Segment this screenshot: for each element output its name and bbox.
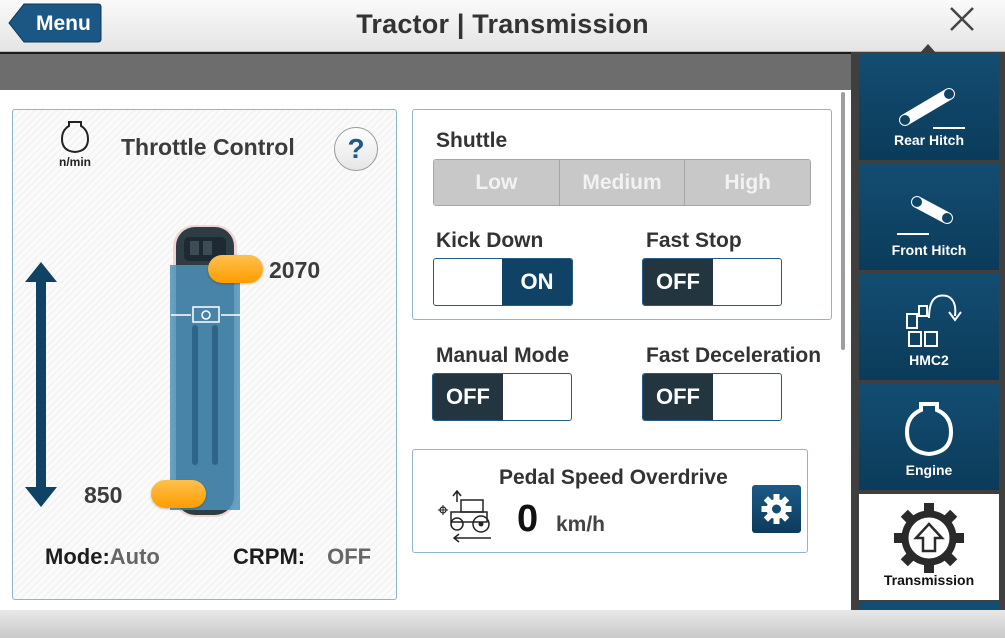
sidebar-item-hmc2[interactable]: HMC2	[859, 274, 999, 380]
sidebar: Rear Hitch Front Hitch HMC2 Engine Trans…	[851, 44, 1005, 622]
mode-label: Mode:	[45, 544, 110, 569]
sidebar-item-engine[interactable]: Engine	[859, 384, 999, 490]
shuttle-option-medium[interactable]: Medium	[559, 160, 686, 205]
engine-icon	[904, 402, 954, 457]
gear-icon	[761, 494, 792, 524]
settings-button[interactable]	[752, 485, 801, 533]
close-icon[interactable]	[949, 6, 975, 32]
crpm-status: CRPM: OFF	[233, 544, 371, 570]
sidebar-item-label: Transmission	[883, 572, 975, 588]
shuttle-option-high[interactable]: High	[685, 160, 810, 205]
upper-limit-handle[interactable]	[208, 255, 263, 283]
manual-mode-label: Manual Mode	[436, 344, 570, 367]
front-hitch-icon	[897, 196, 953, 235]
sidebar-item-front-hitch[interactable]: Front Hitch	[859, 164, 999, 270]
pedal-speed-unit: km/h	[556, 513, 606, 536]
page-title: Tractor | Transmission	[356, 9, 649, 39]
double-arrow-icon	[25, 262, 57, 507]
sidebar-item-rear-hitch[interactable]: Rear Hitch	[859, 54, 999, 160]
sidebar-item-label: Rear Hitch	[893, 132, 965, 148]
engine-rpm-icon: n/min	[53, 120, 97, 176]
header-bar: Menu Tractor | Transmission	[0, 0, 1005, 52]
scrollbar[interactable]	[841, 92, 845, 350]
fast-deceleration-toggle[interactable]: OFF	[642, 373, 782, 421]
pedal-speed-overdrive-panel: Pedal Speed Overdrive 0 km/h	[412, 449, 808, 553]
manual-mode-toggle[interactable]: OFF	[432, 373, 572, 421]
sidebar-item-label: Front Hitch	[891, 242, 967, 258]
hmc2-icon	[906, 294, 962, 347]
sidebar-up-arrow-icon[interactable]	[919, 44, 937, 54]
shuttle-option-low[interactable]: Low	[434, 160, 560, 205]
shuttle-label: Shuttle	[436, 129, 508, 152]
bottom-bar	[0, 610, 1005, 638]
throttle-control-panel: n/min Throttle Control ? 2070 850 Mode:A…	[12, 109, 397, 600]
tractor-overdrive-icon	[438, 489, 491, 543]
crpm-value: OFF	[327, 544, 372, 569]
throttle-title: Throttle Control	[121, 134, 295, 160]
lower-rpm-value: 850	[84, 482, 123, 508]
sidebar-item-label: Engine	[905, 462, 953, 478]
crpm-label: CRPM:	[233, 544, 306, 569]
upper-rpm-value: 2070	[269, 257, 321, 283]
sidebar-item-transmission[interactable]: Transmission	[859, 494, 999, 600]
shuttle-selector[interactable]: Low Medium High	[433, 159, 811, 206]
kick-down-toggle[interactable]: ON	[433, 258, 573, 306]
fast-stop-toggle[interactable]: OFF	[642, 258, 782, 306]
transmission-icon	[894, 503, 964, 573]
pedal-speed-value: 0	[517, 498, 539, 540]
kick-down-state: ON	[502, 259, 572, 305]
fast-stop-label: Fast Stop	[646, 229, 742, 252]
fast-stop-state: OFF	[643, 259, 713, 305]
lower-limit-handle[interactable]	[151, 480, 206, 508]
kick-down-label: Kick Down	[436, 229, 544, 252]
mode-value: Auto	[109, 544, 160, 569]
fast-deceleration-state: OFF	[643, 374, 713, 420]
transmission-settings-panel: Shuttle Low Medium High Kick Down ON Fas…	[412, 109, 832, 320]
manual-mode-state: OFF	[433, 374, 503, 420]
rpm-unit-label: n/min	[59, 155, 91, 169]
mode-status: Mode:Auto	[45, 544, 160, 570]
sidebar-indicator	[859, 602, 999, 610]
toolbar-strip	[0, 54, 851, 90]
crpm-marker-icon	[171, 306, 241, 323]
fast-deceleration-label: Fast Deceleration	[646, 344, 822, 367]
sidebar-item-label: HMC2	[909, 352, 949, 368]
help-button[interactable]: ?	[334, 127, 378, 171]
pedal-speed-overdrive-title: Pedal Speed Overdrive	[499, 466, 728, 489]
rear-hitch-icon	[899, 88, 965, 129]
